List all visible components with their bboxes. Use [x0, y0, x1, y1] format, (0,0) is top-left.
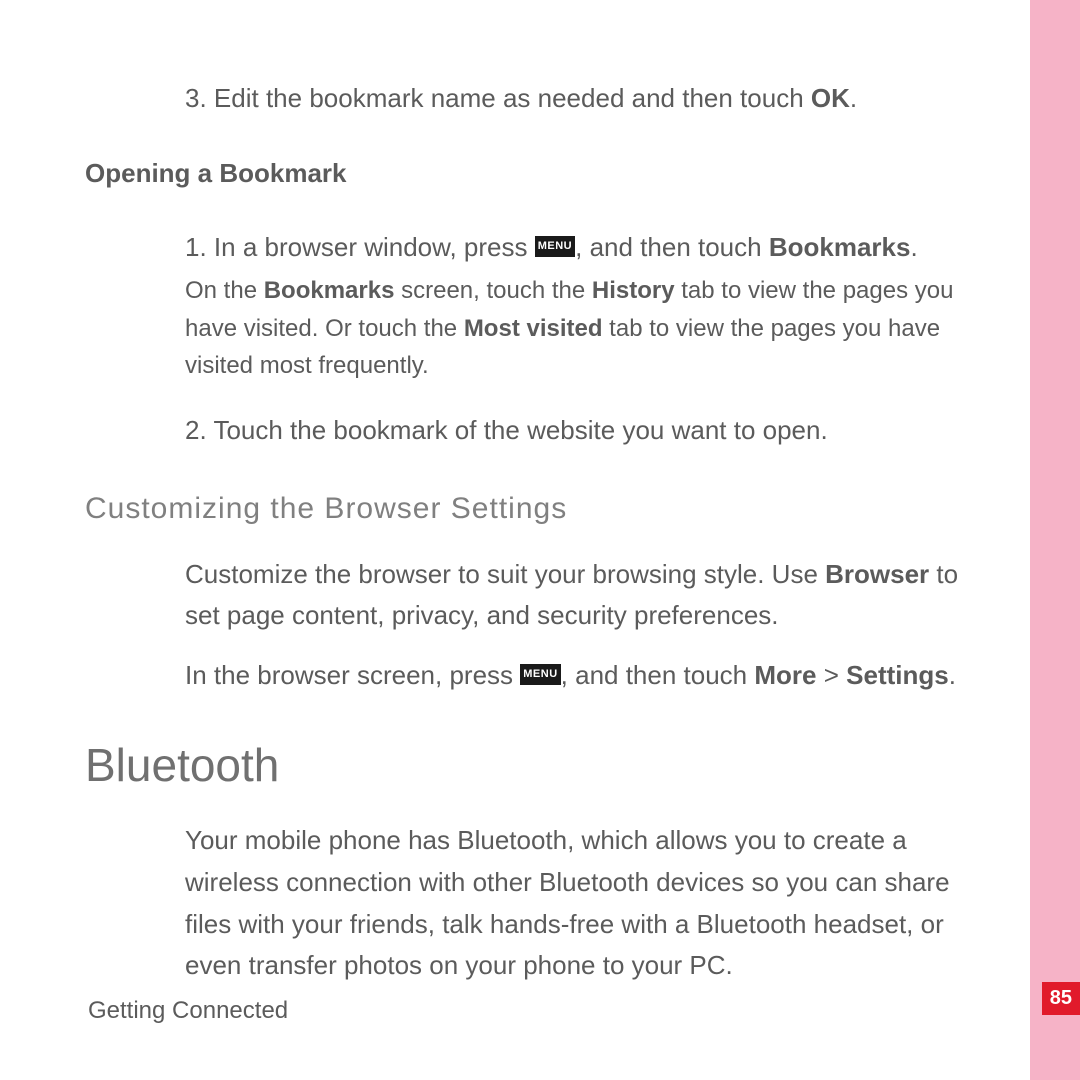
bold-bookmarks: Bookmarks	[769, 232, 911, 262]
sub-note: On the Bookmarks screen, touch the Histo…	[185, 272, 960, 384]
side-accent-bar: 85	[1030, 0, 1080, 1080]
list-item-open-step1: 1. In a browser window, press MENU, and …	[185, 229, 960, 384]
page-number-badge: 85	[1042, 982, 1080, 1015]
customize-para-1: Customize the browser to suit your brows…	[185, 554, 960, 637]
bluetooth-para: Your mobile phone has Bluetooth, which a…	[185, 820, 960, 986]
menu-key-icon: MENU	[520, 664, 560, 685]
bold-more: More	[754, 660, 816, 690]
list-number: 2.	[185, 415, 213, 445]
heading-opening-bookmark: Opening a Bookmark	[85, 158, 960, 189]
heading-bluetooth: Bluetooth	[85, 738, 960, 792]
footer-section-title: Getting Connected	[88, 997, 288, 1025]
bold-ok: OK	[811, 83, 850, 113]
text: >	[817, 660, 847, 690]
list-item-open-step2: 2. Touch the bookmark of the website you…	[185, 412, 960, 450]
bold-history: History	[592, 277, 675, 304]
list-number: 1.	[185, 232, 214, 262]
text: Touch the bookmark of the website you wa…	[213, 415, 827, 445]
bold-most-visited: Most visited	[464, 315, 603, 342]
menu-key-icon: MENU	[535, 236, 575, 257]
customize-para-2: In the browser screen, press MENU, and t…	[185, 655, 960, 697]
page-content: 3. Edit the bookmark name as needed and …	[0, 0, 1020, 1045]
list-number: 3.	[185, 83, 214, 113]
text: Edit the bookmark name as needed and the…	[214, 83, 811, 113]
text: On the	[185, 277, 264, 304]
text: .	[949, 660, 956, 690]
bold-bookmarks: Bookmarks	[264, 277, 395, 304]
text: , and then touch	[575, 232, 769, 262]
text: .	[910, 232, 917, 262]
bold-browser: Browser	[825, 559, 929, 589]
text: In a browser window, press	[214, 232, 535, 262]
bold-settings: Settings	[846, 660, 949, 690]
text: In the browser screen, press	[185, 660, 520, 690]
text: screen, touch the	[394, 277, 591, 304]
heading-customizing: Customizing the Browser Settings	[85, 492, 960, 526]
list-item-edit-bookmark: 3. Edit the bookmark name as needed and …	[185, 80, 960, 118]
text: .	[850, 83, 857, 113]
text: Customize the browser to suit your brows…	[185, 559, 825, 589]
text: , and then touch	[561, 660, 755, 690]
